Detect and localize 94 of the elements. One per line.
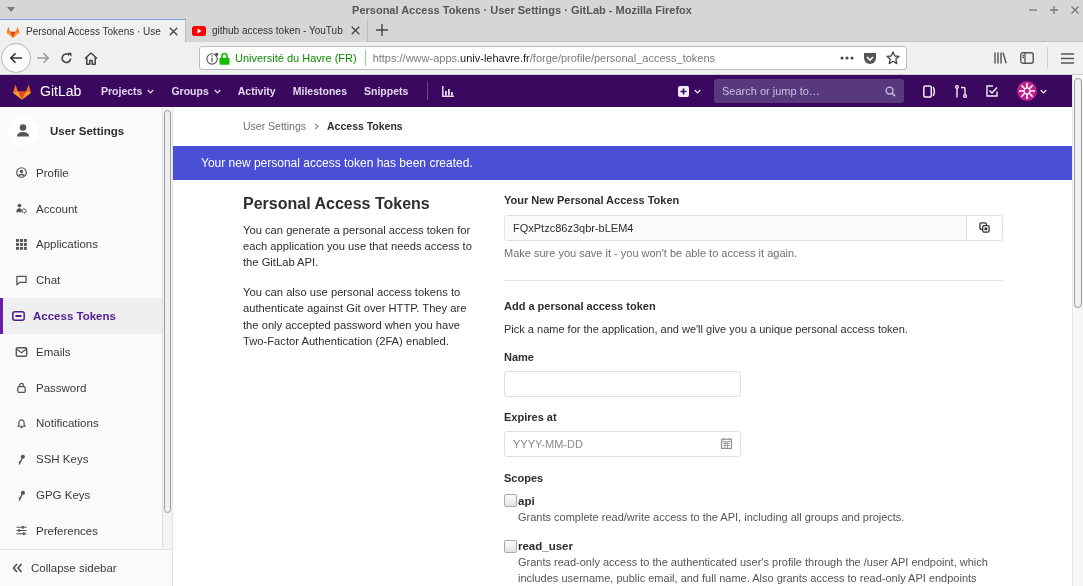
sidebar-item[interactable]: SSH Keys (0, 441, 162, 478)
form-title: Add a personal access token (504, 298, 656, 313)
pocket-icon[interactable] (863, 51, 877, 65)
section-description: You can generate a personal access token for each application you use that needs access to the GitLab API. (243, 222, 473, 270)
sidebar-item[interactable]: Notifications (0, 405, 162, 442)
home-icon[interactable] (84, 51, 98, 65)
breadcrumb-link[interactable]: User Settings (243, 120, 307, 133)
copy-icon (979, 222, 990, 233)
reload-icon[interactable] (60, 51, 73, 65)
sidebar-item[interactable]: Account (0, 190, 162, 227)
token-field[interactable]: FQxPtzc86z3qbr-bLEM4 (504, 214, 967, 241)
scope-name: read_user (518, 539, 573, 553)
field-label: Expires at (504, 409, 557, 424)
search-field[interactable]: Search or jump to… (714, 79, 904, 103)
nav-link[interactable]: Milestones (292, 85, 347, 97)
fox-logo-icon[interactable] (12, 82, 32, 100)
checkbox[interactable] (504, 539, 517, 553)
sidebar-item[interactable]: GPG Keys (0, 477, 162, 513)
menu-icon[interactable] (1061, 52, 1074, 64)
user-circle-icon (15, 167, 28, 179)
browser-tab[interactable]: github access token - YouTub (185, 19, 368, 42)
branch-icon[interactable] (955, 84, 967, 98)
sidebar-item[interactable]: Access Tokens (0, 298, 162, 334)
more-dots-icon[interactable] (840, 56, 854, 60)
field-hint: Make sure you save it - you won't be able to access it again. (504, 245, 798, 260)
star-icon[interactable] (886, 51, 900, 65)
envelope-icon (15, 346, 28, 357)
grid-icon (15, 239, 28, 250)
field-label: Scopes (504, 470, 544, 485)
section-description: You can also use personal access tokens to authenticate against Git over HTTP. They are the only accepted password when you have Two-Factor Authentication (2FA) enabled. (243, 285, 468, 349)
caret-down-icon[interactable] (147, 88, 155, 94)
caret-down-icon[interactable] (694, 88, 701, 94)
caret-down-icon[interactable] (1040, 88, 1047, 94)
search-icon[interactable] (885, 85, 896, 97)
sidebar-item[interactable]: Preferences (0, 512, 162, 549)
scope-description: Grants complete read/write access to the API, including all groups and projects. (518, 509, 906, 525)
calendar-icon[interactable] (721, 438, 732, 449)
maximize-icon[interactable] (1050, 5, 1058, 14)
double-chevron-left-icon (12, 563, 23, 573)
close-icon[interactable] (168, 26, 178, 36)
sidebar-item[interactable]: Emails (0, 334, 162, 370)
panel-icon[interactable] (923, 84, 936, 98)
window-title: Personal Access Tokens · User Settings · GitLab - Mozilla Firefox (352, 3, 692, 16)
scope-name: api (518, 493, 535, 508)
brand-name[interactable]: GitLab (40, 83, 82, 99)
sidebar-item[interactable]: Profile (0, 155, 162, 191)
nav-link[interactable]: Activity (237, 85, 276, 97)
card-icon (12, 311, 25, 322)
sidebar-item[interactable]: Applications (0, 226, 162, 263)
nav-link[interactable]: Groups (171, 85, 221, 97)
address-bar[interactable]: Université du Havre (FR) https://www-apps.univ-lehavre.fr/forge/profile/personal_access_tokens (199, 46, 907, 70)
scrollbar-thumb[interactable] (164, 110, 171, 513)
breadcrumb-current: Access Tokens (327, 120, 403, 133)
bell-icon (15, 417, 28, 429)
check-square-icon[interactable] (986, 85, 998, 97)
collapse-sidebar-button[interactable]: Collapse sidebar (0, 549, 172, 586)
checkbox[interactable] (504, 494, 517, 507)
back-button[interactable] (1, 43, 31, 73)
url-text[interactable]: https://www-apps.univ-lehavre.fr/forge/profile/personal_access_tokens (372, 52, 716, 64)
sliders-icon (15, 525, 28, 537)
scope-description: Grants read-only access to the authenticated user's profile through the /user API endpoint, which includes username, public email, and full name. Also grants access to read-only API endpoints (518, 555, 989, 586)
avatar-icon[interactable] (1017, 81, 1037, 101)
plus-icon[interactable] (375, 24, 388, 36)
speech-bubble-icon (15, 274, 28, 286)
triangle-down-icon[interactable] (7, 7, 15, 12)
close-icon[interactable] (350, 26, 360, 35)
flash-message: Your new personal access token has been created. (173, 145, 1072, 180)
plus-square-icon[interactable] (678, 85, 689, 97)
sidebar-icon[interactable] (1020, 52, 1034, 64)
fox-logo-icon (6, 24, 20, 38)
nav-link[interactable]: Projects (101, 85, 155, 97)
section-title: Personal Access Tokens (243, 193, 431, 214)
play-logo-icon (191, 25, 206, 36)
caret-down-icon[interactable] (213, 88, 221, 94)
sidebar-item[interactable]: Password (0, 369, 162, 406)
browser-tab[interactable]: Personal Access Tokens · Use (0, 19, 186, 42)
bar-chart-icon[interactable] (442, 85, 455, 97)
arrow-left-icon (9, 52, 23, 64)
copy-button[interactable] (967, 214, 1003, 241)
form-description: Pick a name for the application, and we'll give you a unique personal access token. (504, 321, 908, 336)
field-label: Name (504, 349, 534, 364)
lock-icon (15, 382, 28, 394)
nav-link[interactable]: Snippets (364, 85, 409, 97)
site-identity[interactable]: Université du Havre (FR) (235, 52, 357, 64)
text-input[interactable] (504, 370, 741, 397)
date-field[interactable]: YYYY-MM-DD (504, 430, 741, 457)
scrollbar-thumb[interactable] (1074, 78, 1082, 308)
sidebar-item[interactable]: Chat (0, 262, 162, 299)
person-gear-icon (15, 203, 28, 215)
info-icon[interactable] (206, 51, 219, 65)
sidebar-title: User Settings (50, 125, 125, 137)
library-icon[interactable] (994, 52, 1007, 64)
chevron-right-icon (314, 122, 320, 130)
field-label: Your New Personal Access Token (504, 192, 680, 207)
